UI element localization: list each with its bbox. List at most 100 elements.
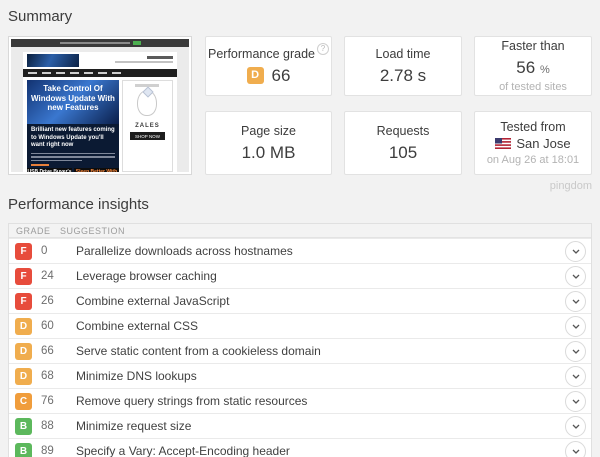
thumb-topbar-text-placeholder	[59, 42, 130, 44]
thumb-ad-brand: ZALES	[135, 123, 160, 129]
table-row[interactable]: D 60 Combine external CSS	[9, 313, 591, 338]
thumb-read-more-placeholder	[31, 164, 49, 166]
thumb-main-column: Take Control Of Windows Update With new …	[27, 80, 119, 172]
table-row[interactable]: F 26 Combine external JavaScript	[9, 288, 591, 313]
expand-row-button[interactable]	[565, 290, 586, 312]
thumb-page: Take Control Of Windows Update With new …	[23, 52, 177, 172]
expand-row-button[interactable]	[565, 415, 586, 437]
thumb-hero-banner: Take Control Of Windows Update With new …	[27, 80, 119, 124]
card-tested-from: Tested from San Jose on Aug 26 at 18:01	[474, 111, 592, 175]
pingdom-watermark: pingdom	[549, 180, 592, 192]
us-flag-icon	[495, 137, 512, 152]
suggestion-text: Combine external JavaScript	[76, 294, 230, 308]
summary-section: Take Control Of Windows Update With new …	[8, 36, 592, 175]
table-row[interactable]: B 88 Minimize request size	[9, 413, 591, 438]
card-requests: Requests 105	[344, 111, 462, 175]
grade-score: 89	[41, 445, 54, 457]
table-header: GRADE SUGGESTION	[9, 224, 591, 238]
chevron-down-icon	[572, 324, 579, 329]
faster-than-number: 56	[516, 58, 536, 77]
grade-score: 66	[41, 345, 54, 357]
thumb-ad-button: SHOP NOW	[130, 132, 165, 140]
thumb-site-logo	[27, 54, 79, 67]
grade-badge: D	[15, 317, 32, 335]
requests-label: Requests	[376, 123, 430, 138]
thumb-sidebar: ZALES SHOP NOW	[121, 80, 173, 172]
thumb-topbar-green-button	[132, 41, 141, 45]
table-row[interactable]: C 76 Remove query strings from static re…	[9, 388, 591, 413]
chevron-down-icon	[572, 249, 579, 254]
expand-row-button[interactable]	[565, 240, 586, 262]
thumb-ad-zales: ZALES SHOP NOW	[121, 80, 173, 172]
expand-row-button[interactable]	[565, 440, 586, 457]
load-time-label: Load time	[375, 46, 431, 61]
table-row[interactable]: F 24 Leverage browser caching	[9, 263, 591, 288]
expand-row-button[interactable]	[565, 315, 586, 337]
thumb-header-text-placeholder	[115, 54, 173, 68]
performance-grade-number: 66	[271, 65, 291, 85]
column-header-grade: GRADE	[16, 225, 51, 236]
faster-than-label: Faster than	[501, 39, 565, 53]
chevron-down-icon	[572, 274, 579, 279]
page-size-value: 1.0 MB	[241, 142, 296, 162]
expand-row-button[interactable]	[565, 340, 586, 362]
tested-from-city: San Jose	[516, 136, 571, 151]
card-page-size: Page size 1.0 MB	[205, 111, 333, 175]
faster-than-value: 56 %	[516, 58, 549, 78]
grade-score: 26	[41, 295, 54, 307]
insights-heading: Performance insights	[8, 196, 149, 213]
grade-score: 24	[41, 270, 54, 282]
summary-heading: Summary	[8, 8, 73, 25]
grade-badge: B	[15, 442, 32, 457]
grade-badge: B	[15, 417, 32, 435]
thumb-tile-left: USB Drive Buyer's Guide	[27, 168, 72, 172]
suggestion-text: Minimize DNS lookups	[76, 369, 197, 383]
grade-score: 68	[41, 370, 54, 382]
help-icon[interactable]: ?	[317, 42, 330, 55]
thumb-article-excerpt-placeholder	[27, 152, 119, 161]
tested-from-time: on Aug 26 at 18:01	[486, 154, 580, 166]
thumb-ring-image	[137, 90, 158, 116]
site-thumbnail: Take Control Of Windows Update With new …	[8, 36, 192, 175]
thumb-bottom-tiles: USB Drive Buyer's Guide Sleep Better Wit…	[27, 168, 119, 172]
chevron-down-icon	[572, 349, 579, 354]
grade-badge: D	[15, 342, 32, 360]
faster-than-subtext: of tested sites	[499, 81, 567, 93]
tested-from-label: Tested from	[500, 120, 566, 134]
chevron-down-icon	[572, 374, 579, 379]
table-row[interactable]: D 68 Minimize DNS lookups	[9, 363, 591, 388]
chevron-down-icon	[572, 424, 579, 429]
card-load-time: Load time 2.78 s	[344, 36, 462, 96]
grade-badge: F	[15, 242, 32, 260]
load-time-value: 2.78 s	[379, 65, 427, 85]
suggestion-text: Parallelize downloads across hostnames	[76, 244, 293, 258]
grade-badge-d: D	[246, 66, 264, 84]
summary-cards: Performance grade? D 66 Load time 2.78 s …	[205, 36, 592, 175]
table-row[interactable]: B 89 Specify a Vary: Accept-Encoding hea…	[9, 438, 591, 457]
expand-row-button[interactable]	[565, 365, 586, 387]
grade-score: 60	[41, 320, 54, 332]
suggestion-text: Leverage browser caching	[76, 269, 217, 283]
performance-grade-value: D 66	[246, 65, 291, 86]
site-thumbnail-content: Take Control Of Windows Update With new …	[11, 39, 189, 172]
thumb-tile-right: Sleep Better With Windows Night Light	[73, 168, 119, 172]
suggestion-text: Remove query strings from static resourc…	[76, 394, 308, 408]
requests-value: 105	[388, 142, 418, 162]
page-size-label: Page size	[241, 123, 296, 138]
grade-badge: C	[15, 392, 32, 410]
chevron-down-icon	[572, 449, 579, 454]
thumb-nav-bar	[23, 69, 177, 77]
table-row[interactable]: D 66 Serve static content from a cookiel…	[9, 338, 591, 363]
table-row[interactable]: F 0 Parallelize downloads across hostnam…	[9, 238, 591, 263]
grade-score: 88	[41, 420, 54, 432]
faster-than-unit: %	[539, 64, 550, 76]
expand-row-button[interactable]	[565, 390, 586, 412]
grade-badge: F	[15, 267, 32, 285]
column-header-suggestion: SUGGESTION	[60, 225, 126, 236]
expand-row-button[interactable]	[565, 265, 586, 287]
suggestion-text: Combine external CSS	[76, 319, 199, 333]
thumb-admin-topbar	[11, 39, 189, 47]
chevron-down-icon	[572, 399, 579, 404]
performance-grade-label: Performance grade?	[208, 42, 330, 61]
thumb-article-title: Brilliant new features coming to Windows…	[31, 127, 115, 148]
